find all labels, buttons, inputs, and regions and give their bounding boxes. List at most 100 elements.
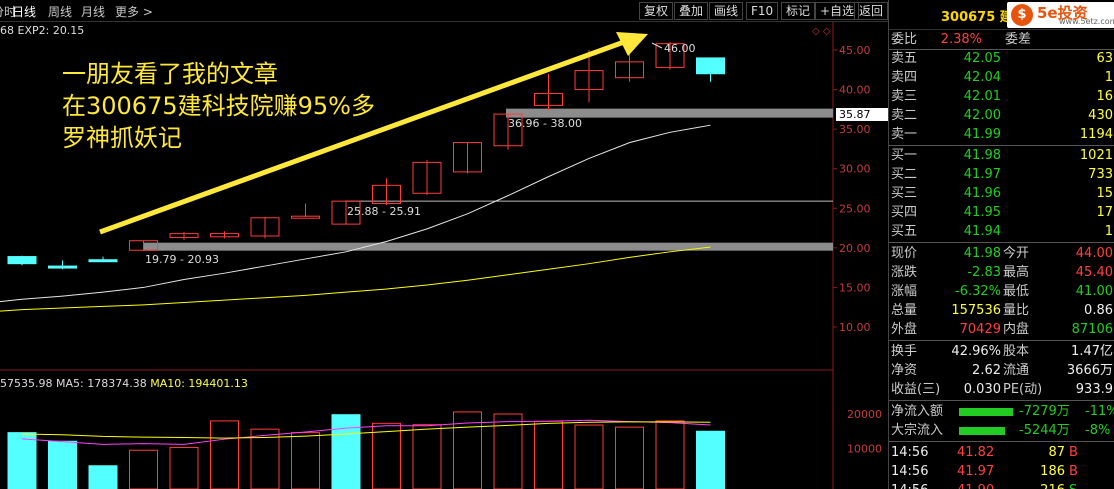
ask-row: 卖三 42.01 16 (889, 87, 1114, 106)
tick-side: S (1069, 481, 1077, 489)
stat-label: 总量 (891, 303, 918, 318)
stat-value: 0.030 (963, 382, 1001, 397)
chart-settings-icon[interactable]: ◇ ◇ (812, 26, 831, 37)
stat-value: 44.00 (1075, 246, 1113, 261)
back-button[interactable]: 返回 (854, 2, 888, 20)
bid-row: 买三 41.96 15 (889, 184, 1114, 203)
stat-value: -2.83 (967, 265, 1001, 280)
tick-price: 41.97 (957, 464, 995, 479)
price-tick-label: 35.00 (839, 123, 871, 136)
stat-value: 157536 (951, 303, 1001, 318)
stat-label: 最低 (1003, 284, 1030, 299)
ask-volume: 1 (1104, 70, 1113, 85)
tick-price: 41.82 (957, 445, 995, 460)
stat-value: 2.62 (972, 363, 1001, 378)
chart-toolbar: 分时 日线 周线 月线 更多 > 复权 叠加 画线 F10 标记 +自选 返回 (0, 0, 888, 22)
stat-value: 1.47亿 (1071, 344, 1113, 359)
annotation-text: 一朋友看了我的文章 在300675建科技院赚95%多 罗神抓妖记 (62, 58, 375, 154)
quote-panel: 300675 建 $ 5e投资 www.5etz.com 委比 2.38% 委差 卖五… (888, 0, 1114, 489)
order-ratio-label: 委比 (891, 32, 918, 47)
volume-ma10-line (21, 421, 711, 439)
volume-bar (250, 428, 280, 489)
logo-icon: $ (1011, 4, 1033, 26)
add-watchlist-button[interactable]: +自选 (815, 2, 860, 20)
tick-time: 14:56 (891, 445, 929, 460)
tab-weekly[interactable]: 周线 (48, 3, 72, 20)
bid-price: 41.98 (963, 148, 1001, 163)
range-label: 25.88 - 25.91 (347, 205, 421, 218)
ask-price: 42.04 (963, 70, 1001, 85)
tab-daily[interactable]: 日线 (12, 3, 36, 20)
stat-value: 3666万 (1066, 363, 1113, 378)
bid-level-label: 买二 (891, 167, 918, 182)
volume-bar (574, 424, 604, 489)
volume-bar (169, 446, 199, 489)
bid-volume: 733 (1088, 167, 1113, 182)
ask-price: 42.05 (963, 51, 1001, 66)
ask-volume: 430 (1088, 108, 1113, 123)
price-tick-label: 30.00 (839, 163, 871, 176)
bid-volume: 17 (1096, 205, 1113, 220)
ask-row: 卖二 42.00 430 (889, 106, 1114, 125)
fundamental-row: 收益(三) 0.030 PE(动) 933.9 (889, 380, 1114, 399)
volume-legend: 57535.98 MA5: 178374.38 MA10: 194401.13 (0, 377, 248, 390)
quote-stat-row: 现价 41.98 今开 44.00 (889, 244, 1114, 263)
stat-label: 外盘 (891, 322, 918, 337)
tab-more[interactable]: 更多 > (115, 3, 153, 20)
stat-label: 最高 (1003, 265, 1030, 280)
stat-label: 净资 (891, 363, 918, 378)
bid-row: 买四 41.95 17 (889, 203, 1114, 222)
volume-ma5-line (21, 419, 711, 445)
stat-label: 收益(三) (891, 382, 941, 397)
f10-button[interactable]: F10 (746, 2, 779, 20)
ask-volume: 63 (1096, 51, 1113, 66)
volume-bar (372, 422, 401, 489)
candle-body (48, 265, 77, 269)
divider (889, 340, 1114, 341)
bid-volume: 1021 (1079, 148, 1113, 163)
stat-label: PE(动) (1003, 382, 1043, 397)
tab-monthly[interactable]: 月线 (81, 3, 105, 20)
adjust-button[interactable]: 复权 (639, 2, 674, 20)
stat-value: 41.98 (963, 246, 1001, 261)
current-price-tag: 35.87 (836, 108, 888, 121)
divider (889, 400, 1114, 401)
mark-button[interactable]: 标记 (781, 2, 816, 20)
quote-stat-row: 外盘 70429 内盘 87106 (889, 320, 1114, 339)
order-ratio-row: 委比 2.38% 委差 (889, 30, 1114, 49)
fundamental-row: 净资 2.62 流通 3666万 (889, 361, 1114, 380)
price-tick-label: 10.00 (839, 321, 871, 334)
annotation-line: 在300675建科技院赚95%多 (62, 92, 375, 120)
volume-bar (534, 420, 563, 489)
ask-row: 卖五 42.05 63 (889, 49, 1114, 68)
overlay-button[interactable]: 叠加 (674, 2, 709, 20)
flow-label: 净流入额 (891, 404, 944, 419)
bid-price: 41.95 (963, 205, 1001, 220)
draw-line-button[interactable]: 画线 (709, 2, 744, 20)
divider (889, 242, 1114, 243)
divider (889, 441, 1114, 442)
ask-level-label: 卖二 (891, 108, 918, 123)
volume-bar (291, 432, 320, 489)
bid-level-label: 买三 (891, 186, 918, 201)
candle-body (696, 57, 725, 75)
bid-row: 买五 41.94 1 (889, 222, 1114, 241)
volume-bar (412, 424, 442, 489)
ask-price: 42.00 (963, 108, 1001, 123)
tick-side: B (1069, 464, 1078, 479)
stat-label: 量比 (1003, 303, 1030, 318)
candle-body (7, 256, 37, 265)
price-tick-label: 45.00 (839, 44, 871, 57)
stat-label: 流通 (1003, 363, 1030, 378)
ask-volume: 1194 (1079, 127, 1113, 142)
ask-level-label: 卖三 (891, 89, 918, 104)
flow-label: 大宗流入 (891, 423, 944, 438)
stat-value: 0.86 (1084, 303, 1113, 318)
candle-body (291, 215, 320, 219)
money-flow-row: 净流入额 -7279万 -11% (889, 402, 1114, 421)
stat-label: 今开 (1003, 246, 1030, 261)
candle-body (88, 259, 118, 263)
volume-bar (615, 426, 644, 489)
stat-value: 45.40 (1075, 265, 1113, 280)
support-band (143, 242, 833, 251)
